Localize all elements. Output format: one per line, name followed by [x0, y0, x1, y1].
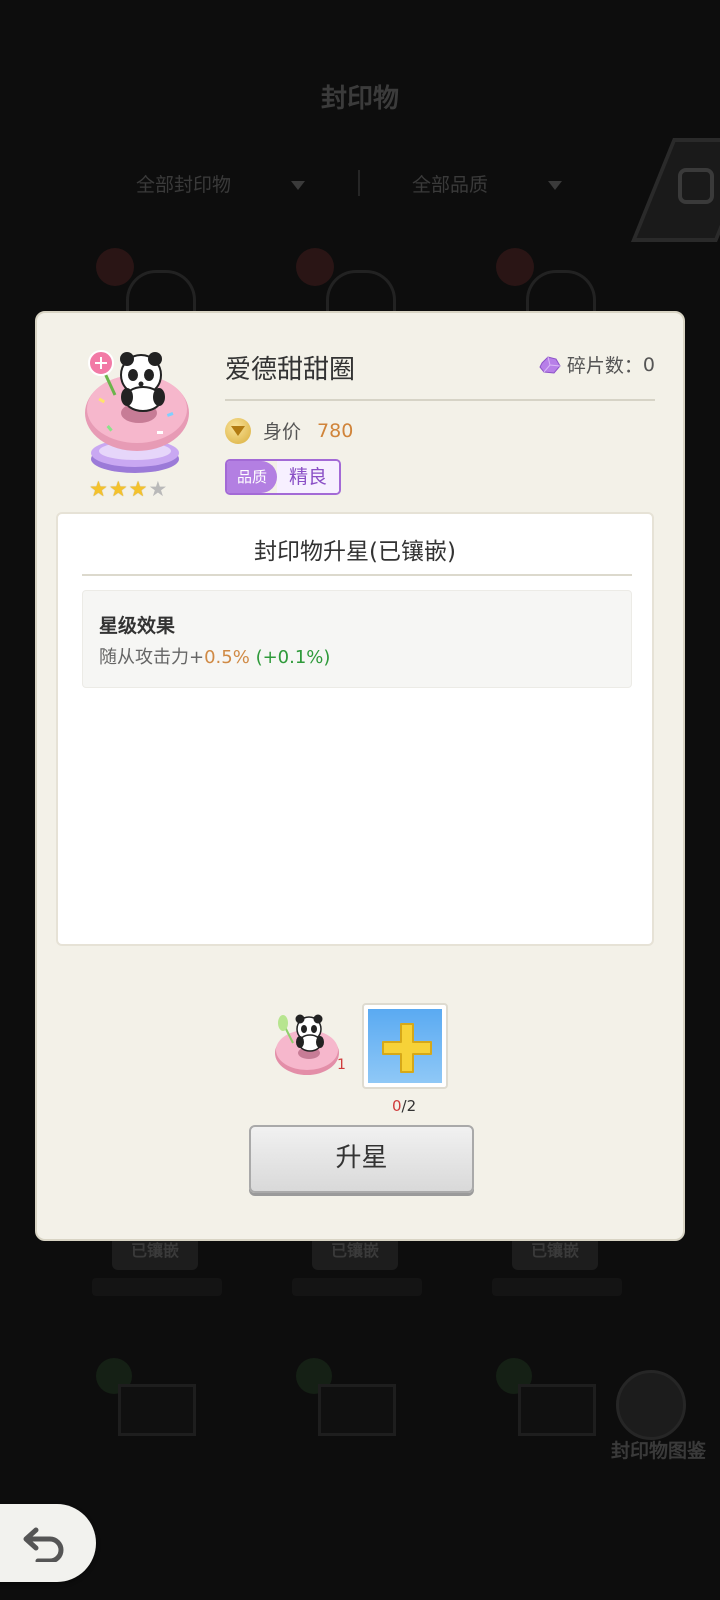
bg-grid-badge	[296, 248, 396, 313]
bg-grid-badge	[96, 248, 196, 313]
bg-filter-type: 全部封印物	[136, 170, 306, 197]
slot-current: 0	[392, 1097, 402, 1115]
slot-required: /2	[401, 1097, 417, 1115]
fragment-icon	[539, 355, 561, 374]
quality-value: 精良	[277, 461, 340, 493]
bg-item-name	[292, 1278, 422, 1296]
quality-label: 品质	[227, 461, 278, 493]
effect-increase: (+0.1%)	[255, 647, 331, 668]
cost-item-count: 1	[337, 1057, 346, 1073]
star-filled-icon: ★	[128, 477, 148, 501]
bg-filter-quality: 全部品质	[412, 170, 563, 197]
item-price: 身价 780	[225, 417, 353, 444]
item-name: 爱德甜甜圈	[225, 355, 356, 385]
chevron-down-icon	[291, 181, 306, 190]
panel-title: 封印物升星(已镶嵌)	[254, 539, 456, 565]
upgrade-star-dialog: ★ ★ ★ ★ 爱德甜甜圈 碎片数： 0 身价 780 品质 精良 封印物升星(已…	[35, 311, 685, 1241]
bg-page-title: 封印物	[320, 84, 399, 114]
plus-icon	[382, 1023, 432, 1073]
back-button[interactable]	[0, 1504, 96, 1582]
bg-filter-divider	[358, 170, 360, 196]
bg-item-name	[92, 1278, 222, 1296]
fragment-count: 碎片数： 0	[539, 351, 655, 378]
bg-item-thumb	[518, 1384, 596, 1436]
star-filled-icon: ★	[89, 477, 108, 501]
chevron-down-icon	[548, 181, 563, 190]
header-divider	[225, 399, 655, 401]
fragment-value: 0	[642, 353, 655, 376]
effect-text: 随从攻击力+	[99, 647, 205, 668]
price-value: 780	[317, 419, 354, 442]
bg-codex-label: 封印物图鉴	[610, 1440, 706, 1462]
bg-grid-badge	[496, 248, 596, 313]
bg-item-thumb	[318, 1384, 396, 1436]
material-slot-count: 0/2	[392, 1097, 416, 1115]
star-rating: ★ ★ ★ ★	[89, 479, 167, 500]
donut-panda-item-icon	[85, 350, 189, 473]
star-effect-box: 星级效果 随从攻击力+0.5% (+0.1%)	[82, 590, 632, 688]
cost-item-icon	[275, 1014, 339, 1075]
price-label: 身价	[263, 421, 302, 443]
upgrade-panel: 封印物升星(已镶嵌) 星级效果 随从攻击力+0.5% (+0.1%)	[56, 512, 654, 946]
star-filled-icon: ★	[108, 477, 128, 501]
bg-filter-quality-label: 全部品质	[412, 174, 489, 196]
back-arrow-icon	[23, 1527, 64, 1562]
bg-item-name	[492, 1278, 622, 1296]
bg-filter-type-label: 全部封印物	[136, 174, 232, 196]
effect-line: 随从攻击力+0.5% (+0.1%)	[99, 643, 330, 669]
star-empty-icon: ★	[148, 477, 168, 501]
upgrade-star-button[interactable]: 升星	[249, 1125, 474, 1193]
effect-value: 0.5%	[204, 647, 250, 668]
panel-divider	[82, 574, 632, 576]
add-material-slot[interactable]	[362, 1003, 448, 1089]
quality-badge: 品质 精良	[225, 459, 342, 495]
fragment-label: 碎片数：	[566, 355, 643, 377]
add-slot-background	[368, 1009, 442, 1083]
bg-item-thumb	[118, 1384, 196, 1436]
bg-codex-icon	[616, 1370, 686, 1440]
bg-side-tab-icon	[678, 168, 714, 204]
effect-heading: 星级效果	[99, 615, 176, 637]
price-gem-icon	[225, 417, 251, 444]
